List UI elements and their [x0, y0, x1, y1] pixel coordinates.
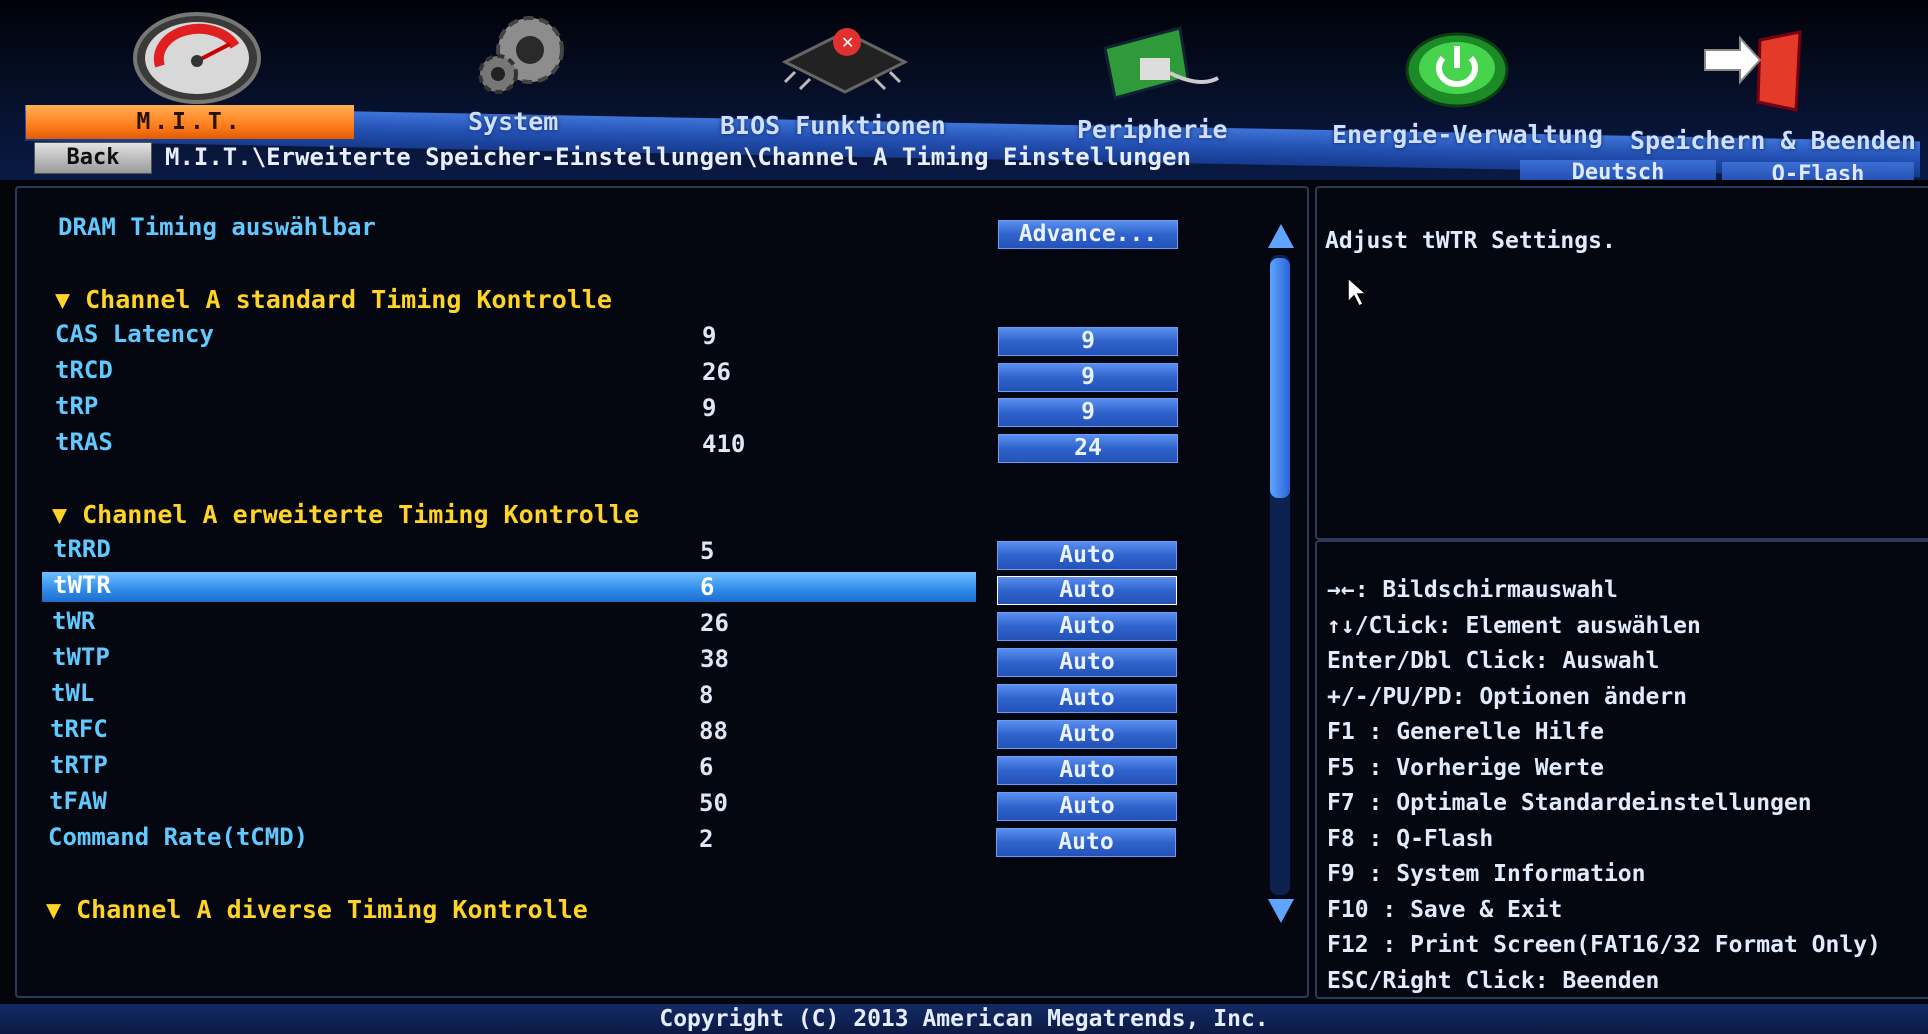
- pci-card-icon: [1103, 26, 1219, 100]
- setting-current: 9: [702, 394, 717, 422]
- setting-value-button[interactable]: 9: [998, 398, 1178, 427]
- help-text: Adjust tWTR Settings.: [1325, 228, 1616, 254]
- chip-icon: ✕: [781, 28, 909, 94]
- setting-label: tRCD: [55, 356, 113, 384]
- hotkey-line: +/-/PU/PD: Optionen ändern: [1327, 684, 1688, 710]
- setting-value-button[interactable]: Auto: [997, 612, 1177, 641]
- setting-value-button[interactable]: Auto: [997, 720, 1177, 749]
- setting-current: 5: [700, 537, 715, 565]
- breadcrumb: M.I.T.\Erweiterte Speicher-Einstellungen…: [165, 143, 1191, 171]
- setting-current: 26: [702, 358, 731, 386]
- setting-value-button[interactable]: Auto: [997, 648, 1177, 677]
- scroll-down-arrow-icon[interactable]: [1266, 895, 1296, 925]
- setting-value-button[interactable]: Auto: [997, 684, 1177, 713]
- hotkey-line: F1 : Generelle Hilfe: [1327, 719, 1604, 745]
- tab-peripherie[interactable]: Peripherie: [1077, 115, 1228, 144]
- setting-label: tRRD: [53, 535, 111, 563]
- tab-mit-label: M.I.T.: [136, 109, 244, 135]
- setting-label: tFAW: [49, 787, 107, 815]
- language-button[interactable]: Deutsch: [1520, 160, 1716, 180]
- setting-value-button[interactable]: 24: [998, 434, 1178, 463]
- copyright-text: Copyright (C) 2013 American Megatrends, …: [659, 1006, 1269, 1032]
- hotkey-line: F7 : Optimale Standardeinstellungen: [1327, 790, 1812, 816]
- top-navigation: ✕ M.I.T. System BIOS Funktionen Peripher…: [0, 0, 1928, 180]
- mouse-cursor-icon: [1347, 276, 1368, 308]
- hotkey-line: ESC/Right Click: Beenden: [1327, 968, 1660, 994]
- setting-current: 410: [702, 430, 746, 458]
- setting-value-button[interactable]: 9: [998, 327, 1178, 356]
- hotkey-line: ↑↓/Click: Element auswählen: [1327, 613, 1701, 639]
- hotkey-line: F12 : Print Screen(FAT16/32 Format Only): [1327, 932, 1881, 958]
- speedometer-icon: [133, 12, 261, 104]
- setting-current: 2: [699, 825, 714, 853]
- section-advanced-title: Channel A erweiterte Timing Kontrolle: [82, 500, 640, 529]
- gear-icon: [478, 16, 564, 94]
- hotkey-line: Enter/Dbl Click: Auswahl: [1327, 648, 1660, 674]
- hotkey-line: →←: Bildschirmauswahl: [1327, 577, 1618, 603]
- section-misc-timing[interactable]: ▼ Channel A diverse Timing Kontrolle: [46, 895, 588, 924]
- setting-label: tRFC: [50, 715, 108, 743]
- section-misc-title: Channel A diverse Timing Kontrolle: [76, 895, 588, 924]
- section-standard-timing[interactable]: ▼ Channel A standard Timing Kontrolle: [55, 285, 612, 314]
- setting-label: tRAS: [55, 428, 113, 456]
- tab-system[interactable]: System: [468, 107, 558, 136]
- setting-current: 6: [700, 573, 715, 601]
- qflash-button[interactable]: Q-Flash: [1722, 162, 1914, 180]
- setting-value-button[interactable]: 9: [998, 363, 1178, 392]
- setting-label: tRP: [55, 392, 99, 420]
- setting-value-button-selected[interactable]: Auto: [997, 576, 1177, 605]
- exit-door-icon: [1704, 30, 1802, 112]
- setting-current: 88: [699, 717, 728, 745]
- hotkey-line: F8 : Q-Flash: [1327, 826, 1494, 852]
- dram-timing-select[interactable]: Advance...: [998, 220, 1178, 249]
- setting-current: 38: [700, 645, 729, 673]
- tab-speichern-beenden[interactable]: Speichern & Beenden: [1630, 126, 1916, 155]
- hotkey-line: F10 : Save & Exit: [1327, 897, 1563, 923]
- setting-label: Command Rate(tCMD): [48, 823, 309, 851]
- setting-value-button[interactable]: Auto: [996, 828, 1176, 857]
- setting-label: tRTP: [50, 751, 108, 779]
- setting-label: tWTP: [52, 643, 110, 671]
- setting-label: CAS Latency: [55, 320, 214, 348]
- dram-timing-label: DRAM Timing auswählbar: [58, 213, 376, 241]
- tab-bios-funktionen[interactable]: BIOS Funktionen: [720, 111, 946, 140]
- scroll-up-arrow-icon[interactable]: [1266, 222, 1296, 252]
- setting-value-button[interactable]: Auto: [997, 792, 1177, 821]
- svg-text:✕: ✕: [841, 33, 854, 52]
- back-button[interactable]: Back: [34, 142, 152, 174]
- tab-mit[interactable]: M.I.T.: [26, 105, 354, 139]
- setting-current: 6: [699, 753, 714, 781]
- section-standard-title: Channel A standard Timing Kontrolle: [85, 285, 612, 314]
- hotkey-line: F9 : System Information: [1327, 861, 1646, 887]
- setting-current: 9: [702, 322, 717, 350]
- hotkey-line: F5 : Vorherige Werte: [1327, 755, 1604, 781]
- section-advanced-timing[interactable]: ▼ Channel A erweiterte Timing Kontrolle: [52, 500, 639, 529]
- setting-label: tWR: [52, 607, 96, 635]
- setting-current: 50: [699, 789, 728, 817]
- tab-energie-verwaltung[interactable]: Energie-Verwaltung: [1332, 120, 1603, 149]
- scrollbar-thumb[interactable]: [1270, 258, 1290, 498]
- setting-current: 26: [700, 609, 729, 637]
- setting-label-selected[interactable]: tWTR: [53, 571, 111, 599]
- selected-row-highlight: [42, 572, 976, 602]
- setting-value-button[interactable]: Auto: [997, 756, 1177, 785]
- power-icon: [1405, 32, 1509, 108]
- setting-current: 8: [699, 681, 714, 709]
- setting-value-button[interactable]: Auto: [997, 541, 1177, 570]
- setting-label: tWL: [51, 679, 95, 707]
